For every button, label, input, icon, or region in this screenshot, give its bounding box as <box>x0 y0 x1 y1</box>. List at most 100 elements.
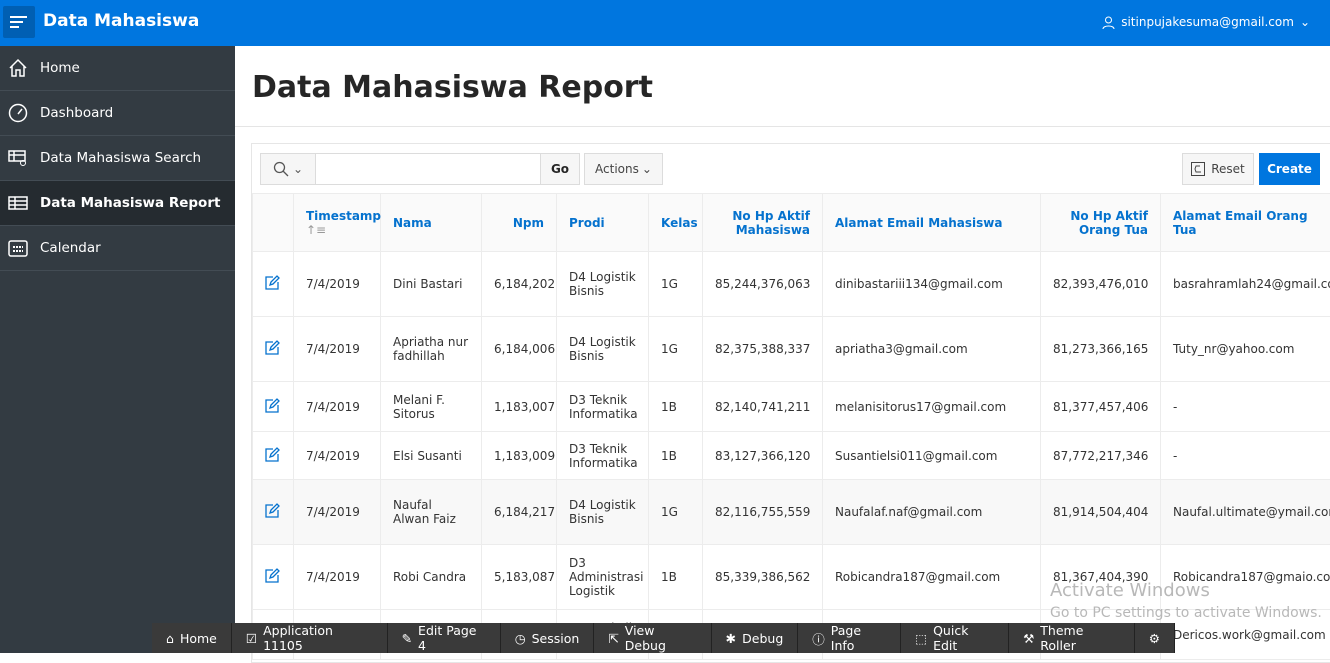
hamburger-icon <box>10 15 28 29</box>
home-icon: ⌂ <box>166 631 174 646</box>
table-search-icon <box>7 147 29 169</box>
column-header[interactable]: No Hp Aktif Mahasiswa <box>703 194 823 252</box>
theme-roller-icon: ⚒ <box>1023 631 1034 646</box>
divider <box>235 126 1330 127</box>
devbar-settings-button[interactable]: ⚙ <box>1135 623 1175 653</box>
edit-row-button[interactable] <box>253 252 294 317</box>
edit-row-button[interactable] <box>253 480 294 545</box>
report-table: Timestamp↑≡NamaNpmProdiKelasNo Hp Aktif … <box>252 193 1330 660</box>
sidebar-item-data-mahasiswa-search[interactable]: Data Mahasiswa Search <box>0 136 235 181</box>
devbar-label: Application 11105 <box>263 623 372 653</box>
column-header[interactable]: No Hp Aktif Orang Tua <box>1041 194 1161 252</box>
chevron-down-icon: ⌄ <box>642 162 652 176</box>
table-cell: D3 Administrasi Logistik <box>557 545 649 610</box>
go-button[interactable]: Go <box>540 153 580 185</box>
devbar-page-info-button[interactable]: ⓘPage Info <box>798 623 901 653</box>
table-cell: 85,339,386,562 <box>703 545 823 610</box>
application-11105-icon: ☑ <box>246 631 257 646</box>
table-cell: Tuty_nr@yahoo.com <box>1161 317 1330 382</box>
sidebar-item-label: Dashboard <box>40 105 113 121</box>
chevron-down-icon: ⌄ <box>1300 15 1310 29</box>
sidebar-item-calendar[interactable]: Calendar <box>0 226 235 271</box>
table-cell: 81,377,457,406 <box>1041 382 1161 432</box>
edit-row-button[interactable] <box>253 317 294 382</box>
table-cell: Melani F. Sitorus <box>381 382 482 432</box>
table-cell: melanisitorus17@gmail.com <box>823 382 1041 432</box>
table-cell: 7/4/2019 <box>294 432 381 480</box>
column-header[interactable]: Prodi <box>557 194 649 252</box>
table-cell: 1B <box>649 545 703 610</box>
table-cell: 7/4/2019 <box>294 545 381 610</box>
devbar-home-button[interactable]: ⌂Home <box>152 623 232 653</box>
table-row: 7/4/2019Apriatha nur fadhillah6,184,006D… <box>253 317 1330 382</box>
column-header-label: Alamat Email Orang Tua <box>1173 209 1308 237</box>
actions-menu-button[interactable]: Actions⌄ <box>584 153 663 185</box>
table-cell: 81,367,404,390 <box>1041 545 1161 610</box>
column-header[interactable]: Alamat Email Mahasiswa <box>823 194 1041 252</box>
quick-edit-icon: ⬚ <box>915 631 927 646</box>
table-cell: Naufal.ultimate@ymail.com <box>1161 480 1330 545</box>
column-header[interactable]: Kelas <box>649 194 703 252</box>
table-cell: 7/4/2019 <box>294 317 381 382</box>
edit-row-button[interactable] <box>253 432 294 480</box>
table-cell: 85,244,376,063 <box>703 252 823 317</box>
sidebar-item-label: Home <box>40 60 80 76</box>
column-header[interactable]: Alamat Email Orang Tua <box>1161 194 1330 252</box>
table-cell: - <box>1161 432 1330 480</box>
devbar-edit-page-4-button[interactable]: ✎Edit Page 4 <box>388 623 501 653</box>
column-header-label: Npm <box>513 216 544 230</box>
sidebar-item-data-mahasiswa-report[interactable]: Data Mahasiswa Report <box>0 181 235 226</box>
menu-toggle-button[interactable] <box>3 6 35 38</box>
table-cell: 82,393,476,010 <box>1041 252 1161 317</box>
table-cell: dinibastariii134@gmail.com <box>823 252 1041 317</box>
devbar-quick-edit-button[interactable]: ⬚ Quick Edit <box>901 623 1009 653</box>
sidebar-item-home[interactable]: Home <box>0 46 235 91</box>
column-header[interactable]: Nama <box>381 194 482 252</box>
user-menu[interactable]: sitinpujakesuma@gmail.com ⌄ <box>1102 15 1310 29</box>
search-column-button[interactable]: ⌄ <box>260 153 316 185</box>
table-cell: 6,184,202 <box>482 252 557 317</box>
sidebar-item-label: Data Mahasiswa Report <box>40 195 220 211</box>
table-cell: Susantielsi011@gmail.com <box>823 432 1041 480</box>
table-cell: Dini Bastari <box>381 252 482 317</box>
table-cell: Apriatha nur fadhillah <box>381 317 482 382</box>
user-icon <box>1102 16 1115 29</box>
sidebar-item-dashboard[interactable]: Dashboard <box>0 91 235 136</box>
column-header[interactable]: Npm <box>482 194 557 252</box>
table-cell: 81,914,504,404 <box>1041 480 1161 545</box>
table-cell: 1G <box>649 252 703 317</box>
home-icon <box>7 57 29 79</box>
create-button[interactable]: Create <box>1259 153 1320 185</box>
table-cell: 6,184,006 <box>482 317 557 382</box>
table-cell: basrahramlah24@gmail.com <box>1161 252 1330 317</box>
table-cell: 5,183,087 <box>482 545 557 610</box>
edit-row-button[interactable] <box>253 545 294 610</box>
table-cell: 82,375,388,337 <box>703 317 823 382</box>
search-input[interactable] <box>315 153 541 185</box>
actions-label: Actions <box>595 162 639 176</box>
search-icon <box>273 161 289 177</box>
devbar-label: View Debug <box>625 623 697 653</box>
chevron-down-icon: ⌄ <box>293 162 303 176</box>
app-title[interactable]: Data Mahasiswa <box>43 11 199 31</box>
edit-row-button[interactable] <box>253 382 294 432</box>
devbar-label: Quick Edit <box>933 623 994 653</box>
table-cell: Naufalaf.naf@gmail.com <box>823 480 1041 545</box>
devbar-session-button[interactable]: ◷Session <box>501 623 595 653</box>
table-cell: D4 Logistik Bisnis <box>557 317 649 382</box>
devbar-view-debug-button[interactable]: ⇱View Debug <box>594 623 711 653</box>
column-header[interactable]: Timestamp↑≡ <box>294 194 381 252</box>
table-row: 7/4/2019Naufal Alwan Faiz6,184,217D4 Log… <box>253 480 1330 545</box>
table-cell: 1B <box>649 382 703 432</box>
calendar-icon <box>7 237 29 259</box>
table-row: 7/4/2019Dini Bastari6,184,202D4 Logistik… <box>253 252 1330 317</box>
devbar-debug-button[interactable]: ✱Debug <box>712 623 799 653</box>
reset-button[interactable]: Reset <box>1182 153 1254 185</box>
main-content: Data Mahasiswa Report ⌄ Go Actions⌄ Rese… <box>235 46 1330 653</box>
reset-label: Reset <box>1211 162 1245 176</box>
devbar-application-11105-button[interactable]: ☑ Application 11105 <box>232 623 388 653</box>
debug-icon: ✱ <box>726 631 736 646</box>
devbar-theme-roller-button[interactable]: ⚒ Theme Roller <box>1009 623 1135 653</box>
table-cell: 1G <box>649 317 703 382</box>
devbar-label: Theme Roller <box>1040 623 1120 653</box>
